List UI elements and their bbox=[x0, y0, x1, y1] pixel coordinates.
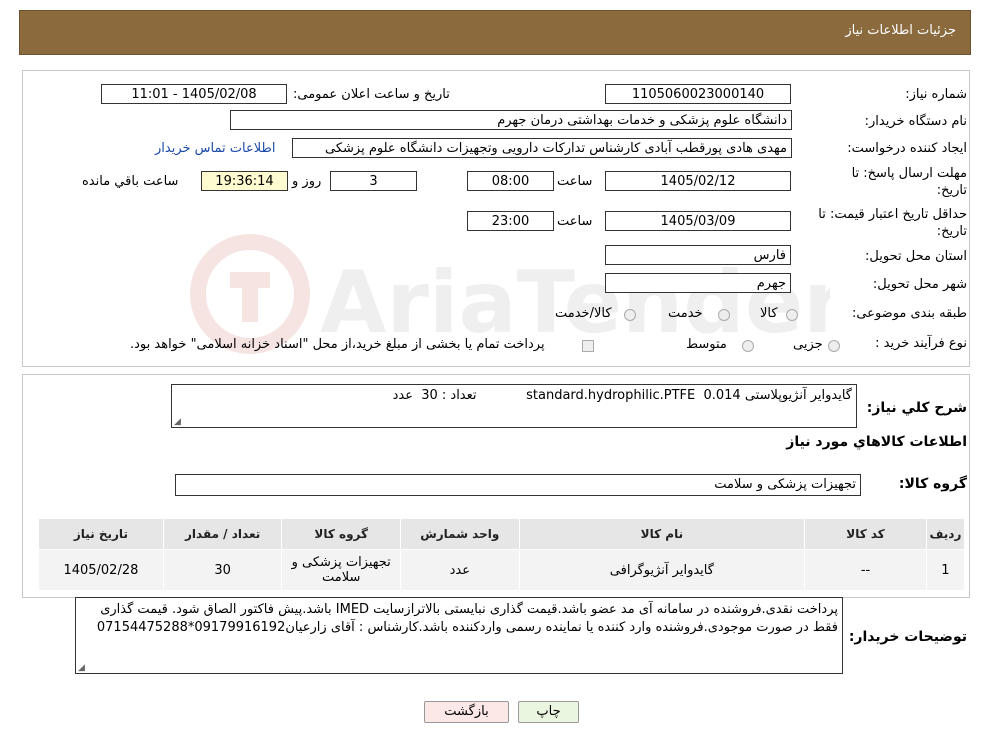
days-label: روز و bbox=[292, 174, 322, 189]
category-radio-both[interactable] bbox=[624, 309, 636, 321]
treasury-checkbox[interactable] bbox=[582, 340, 594, 352]
notes-text: پرداخت نقدی.فروشنده در سامانه آی مد عضو … bbox=[96, 602, 838, 635]
buyer-field: دانشگاه علوم پزشکی و خدمات بهداشتی درمان… bbox=[230, 110, 792, 130]
category-option-service: خدمت bbox=[668, 306, 703, 321]
category-label: طبقه بندی موضوعی: bbox=[851, 306, 967, 321]
cell-code: -- bbox=[804, 549, 927, 591]
category-option-both: کالا/خدمت bbox=[555, 306, 612, 321]
deadline-time-field: 08:00 bbox=[467, 171, 554, 191]
col-group-header: گروه کالا bbox=[281, 518, 401, 550]
creator-label: ایجاد کننده درخواست: bbox=[847, 141, 967, 156]
notes-label: توضیحات خریدار: bbox=[848, 629, 967, 645]
validity-time-field: 23:00 bbox=[467, 211, 554, 231]
summary-text: گایدوایر آنژیوپلاستی standard.hydrophili… bbox=[392, 388, 852, 403]
deadline-label: مهلت ارسال پاسخ: تا bbox=[851, 166, 967, 181]
city-label: شهر محل تحویل: bbox=[872, 277, 967, 292]
purchase-type-label: نوع فرآیند خرید : bbox=[875, 336, 967, 351]
col-date-header: تاریخ نیاز bbox=[38, 518, 164, 550]
cell-row: 1 bbox=[925, 549, 966, 591]
need-number-label: شماره نیاز: bbox=[905, 87, 967, 102]
cell-qty: 30 bbox=[162, 549, 283, 591]
group-label: گروه کالا: bbox=[898, 476, 967, 492]
validity-date-field: 1405/03/09 bbox=[605, 211, 791, 231]
cell-group: تجهیزات پزشکی و سلامت bbox=[281, 549, 401, 591]
validity-label: حداقل تاریخ اعتبار قیمت: تا bbox=[818, 207, 967, 222]
items-table: ردیف کد کالا نام کالا واحد شمارش گروه کا… bbox=[38, 518, 966, 591]
cell-name: گایدوایر آنژیوگرافی bbox=[518, 549, 806, 591]
purchase-radio-minor[interactable] bbox=[828, 340, 840, 352]
province-field: فارس bbox=[605, 245, 791, 265]
table-header-row: ردیف کد کالا نام کالا واحد شمارش گروه کا… bbox=[38, 518, 966, 550]
back-button[interactable]: بازگشت bbox=[424, 701, 509, 723]
validity-time-label: ساعت bbox=[557, 214, 593, 229]
category-option-goods: کالا bbox=[760, 306, 778, 321]
print-button[interactable]: چاپ bbox=[518, 701, 579, 723]
summary-label: شرح کلي نیاز: bbox=[866, 400, 967, 416]
remaining-label: ساعت باقي مانده bbox=[82, 174, 179, 189]
need-number-field: 1105060023000140 bbox=[605, 84, 791, 104]
resize-handle-icon: ◢ bbox=[78, 663, 85, 673]
creator-field: مهدی هادی پورقطب آبادی کارشناس تدارکات د… bbox=[292, 138, 792, 158]
items-heading: اطلاعات کالاهاي مورد نیاز bbox=[786, 434, 967, 450]
page-header: جزئیات اطلاعات نیاز bbox=[19, 10, 971, 55]
deadline-date-field: 1405/02/12 bbox=[605, 171, 791, 191]
cell-unit: عدد bbox=[399, 549, 520, 591]
deadline-label-date: تاریخ: bbox=[936, 183, 967, 198]
buyer-label: نام دستگاه خریدار: bbox=[864, 114, 967, 129]
deadline-time-label: ساعت bbox=[557, 174, 593, 189]
purchase-option-minor: جزیی bbox=[793, 337, 823, 352]
days-field: 3 bbox=[330, 171, 417, 191]
remaining-time-field: 19:36:14 bbox=[201, 171, 288, 191]
announce-label: تاریخ و ساعت اعلان عمومی: bbox=[293, 87, 450, 102]
group-field: تجهیزات پزشکی و سلامت bbox=[175, 474, 861, 496]
province-label: استان محل تحویل: bbox=[865, 249, 967, 264]
cell-date: 1405/02/28 bbox=[38, 549, 164, 591]
col-qty-header: تعداد / مقدار bbox=[162, 518, 283, 550]
col-name-header: نام کالا bbox=[518, 518, 806, 550]
summary-textarea[interactable]: گایدوایر آنژیوپلاستی standard.hydrophili… bbox=[171, 384, 857, 428]
validity-label-date: تاریخ: bbox=[936, 224, 967, 239]
category-radio-service[interactable] bbox=[718, 309, 730, 321]
table-row: 1 -- گایدوایر آنژیوگرافی عدد تجهیزات پزش… bbox=[38, 549, 966, 591]
purchase-option-medium: متوسط bbox=[686, 337, 727, 352]
purchase-note: پرداخت تمام یا بخشی از مبلغ خرید،از محل … bbox=[130, 337, 545, 352]
col-code-header: کد کالا bbox=[804, 518, 927, 550]
category-radio-goods[interactable] bbox=[786, 309, 798, 321]
buyer-contact-link[interactable]: اطلاعات تماس خریدار bbox=[155, 141, 275, 156]
notes-textarea[interactable]: پرداخت نقدی.فروشنده در سامانه آی مد عضو … bbox=[75, 597, 843, 674]
col-row-header: ردیف bbox=[925, 518, 966, 550]
page-title: جزئیات اطلاعات نیاز bbox=[845, 23, 956, 38]
col-unit-header: واحد شمارش bbox=[399, 518, 520, 550]
announce-field: 1405/02/08 - 11:01 bbox=[101, 84, 287, 104]
purchase-radio-medium[interactable] bbox=[742, 340, 754, 352]
resize-handle-icon: ◢ bbox=[174, 417, 181, 427]
city-field: جهرم bbox=[605, 273, 791, 293]
